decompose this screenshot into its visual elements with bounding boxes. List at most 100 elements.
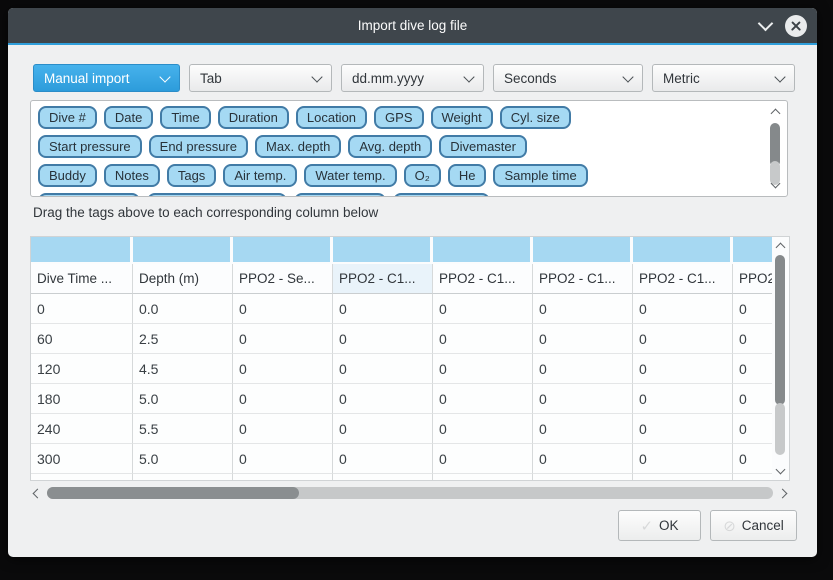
scroll-down-icon[interactable] — [776, 465, 786, 475]
drop-target-cell[interactable] — [633, 237, 733, 264]
table-cell — [433, 474, 533, 481]
close-button[interactable] — [785, 15, 807, 37]
table-cell — [633, 474, 733, 481]
combo-date-format[interactable]: dd.mm.yyyy — [341, 64, 484, 92]
tag-location[interactable]: Location — [296, 106, 367, 129]
drop-target-cell[interactable] — [233, 237, 333, 264]
tag-water-temp[interactable]: Water temp. — [304, 164, 396, 187]
drop-target-cell[interactable] — [31, 237, 133, 264]
tags-vertical-scrollbar[interactable] — [767, 103, 784, 194]
tag-tags[interactable]: Tags — [167, 164, 216, 187]
drop-target-cell[interactable] — [333, 237, 433, 264]
import-dialog: Import dive log file Manual import Tab dd.… — [8, 8, 817, 557]
tags-list: Dive # Date Time Duration Location GPS Weight C… — [31, 101, 787, 197]
tag-time[interactable]: Time — [160, 106, 210, 129]
table-cell: 60 — [31, 324, 133, 354]
ok-button-label: OK — [659, 518, 679, 533]
table-cell: 0 — [233, 324, 333, 354]
table-horizontal-scrollbar[interactable] — [30, 485, 790, 501]
tag-cyl-size[interactable]: Cyl. size — [500, 106, 571, 129]
column-header: PPO2 - Se... — [233, 264, 333, 294]
table-row: 00.0000000 — [31, 294, 776, 324]
table-cell: 0 — [433, 294, 533, 324]
tag-he[interactable]: He — [448, 164, 487, 187]
dialog-content: Manual importTabdd.mm.yyyySecondsMetric … — [8, 45, 817, 557]
column-header: PPO2 — [733, 264, 776, 294]
combo-import-type[interactable]: Manual import — [33, 64, 180, 92]
tag-air-temp[interactable]: Air temp. — [223, 164, 297, 187]
table-cell: 0 — [633, 294, 733, 324]
ok-button[interactable]: ✓ OK — [618, 510, 701, 541]
drop-target-row — [31, 237, 776, 264]
scrollbar-track[interactable] — [47, 487, 773, 499]
column-header: PPO2 - C1... — [633, 264, 733, 294]
table-cell: 0 — [433, 354, 533, 384]
table-cell — [733, 474, 776, 481]
table-cell — [133, 474, 233, 481]
drop-target-cell[interactable] — [133, 237, 233, 264]
table-cell: 5.0 — [133, 444, 233, 474]
data-grid: Dive Time ...Depth (m)PPO2 - Se...PPO2 -… — [31, 237, 776, 481]
table-cell: 0 — [733, 444, 776, 474]
combo-time-format[interactable]: Seconds — [493, 64, 643, 92]
combo-units[interactable]: Metric — [652, 64, 795, 92]
tag-row: Start pressure End pressure Max. depth Avg.… — [38, 135, 780, 158]
tag-start-pressure[interactable]: Start pressure — [38, 135, 142, 158]
tag-sample-po[interactable]: Sample pO₂ — [294, 193, 386, 197]
tag-duration[interactable]: Duration — [218, 106, 289, 129]
table-cell: 0 — [333, 444, 433, 474]
tag-date[interactable]: Date — [104, 106, 153, 129]
combo-field-separator[interactable]: Tab — [189, 64, 332, 92]
scroll-right-icon[interactable] — [778, 488, 788, 498]
drop-target-cell[interactable] — [733, 237, 776, 264]
window-title: Import dive log file — [8, 8, 817, 43]
cancel-button[interactable]: ⊘ Cancel — [710, 510, 797, 541]
table-cell: 2.5 — [133, 324, 233, 354]
scrollbar-track[interactable] — [775, 403, 785, 455]
titlebar-controls — [760, 8, 807, 43]
tag-weight[interactable]: Weight — [431, 106, 493, 129]
column-header: PPO2 - C1... — [433, 264, 533, 294]
scrollbar-thumb[interactable] — [775, 255, 785, 405]
tag-sample-time[interactable]: Sample time — [493, 164, 587, 187]
table-cell: 0 — [533, 414, 633, 444]
tag-o[interactable]: O₂ — [404, 164, 441, 187]
chevron-down-icon — [463, 71, 474, 82]
scrollbar-thumb[interactable] — [47, 487, 299, 499]
tag-sample-depth[interactable]: Sample depth — [38, 193, 140, 197]
table-cell: 0 — [733, 294, 776, 324]
drop-target-cell[interactable] — [433, 237, 533, 264]
table-cell: 0 — [233, 414, 333, 444]
column-header: PPO2 - C1... — [333, 264, 433, 294]
table-cell: 240 — [31, 414, 133, 444]
table-cell: 5.5 — [133, 414, 233, 444]
tag-dive[interactable]: Dive # — [38, 106, 97, 129]
table-cell: 0 — [433, 324, 533, 354]
tag-row: Sample depth Sample temperature Sample pO₂… — [38, 193, 780, 197]
table-cell: 0 — [633, 414, 733, 444]
scroll-up-icon[interactable] — [771, 109, 781, 119]
scroll-up-icon[interactable] — [776, 243, 786, 253]
tag-avg-depth[interactable]: Avg. depth — [348, 135, 432, 158]
table-cell: 0 — [633, 354, 733, 384]
column-header: PPO2 - C1... — [533, 264, 633, 294]
window-menu-chevron-down-icon[interactable] — [758, 16, 774, 32]
tag-notes[interactable]: Notes — [104, 164, 160, 187]
titlebar[interactable]: Import dive log file — [8, 8, 817, 45]
scroll-left-icon[interactable] — [33, 488, 43, 498]
tag-end-pressure[interactable]: End pressure — [149, 135, 248, 158]
table-vertical-scrollbar[interactable] — [772, 237, 789, 480]
tag-sample-temperature[interactable]: Sample temperature — [147, 193, 287, 197]
chevron-down-icon — [774, 71, 785, 82]
tag-max-depth[interactable]: Max. depth — [255, 135, 341, 158]
tag-buddy[interactable]: Buddy — [38, 164, 97, 187]
table-cell: 0 — [733, 384, 776, 414]
column-header: Depth (m) — [133, 264, 233, 294]
table-cell: 5.0 — [133, 384, 233, 414]
tag-sample-cns[interactable]: Sample CNS — [393, 193, 490, 197]
drop-target-cell[interactable] — [533, 237, 633, 264]
tag-gps[interactable]: GPS — [374, 106, 423, 129]
tag-divemaster[interactable]: Divemaster — [439, 135, 527, 158]
table-cell: 0 — [533, 324, 633, 354]
table-cell: 0 — [333, 384, 433, 414]
